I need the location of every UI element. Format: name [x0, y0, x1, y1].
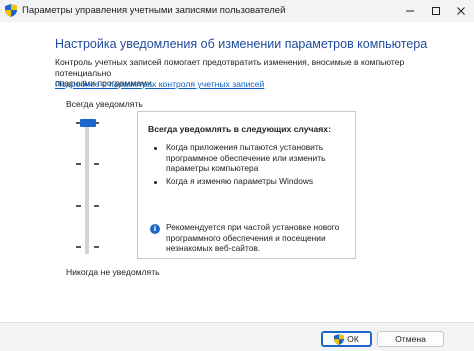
more-info-link[interactable]: Подробнее о параметрах контроля учетных …: [55, 79, 264, 89]
minimize-icon: [406, 10, 414, 12]
page-heading: Настройка уведомления об изменении парам…: [55, 37, 428, 51]
uac-shield-icon: [5, 4, 17, 17]
dialog-footer: ОК Отмена: [0, 322, 474, 351]
level-description-box: Всегда уведомлять в следующих случаях: К…: [137, 111, 356, 259]
list-item-line: параметры компьютера: [166, 163, 259, 174]
bullet: [154, 147, 157, 150]
list-item-line: Когда приложения пытаются установить: [166, 142, 324, 152]
window-title: Параметры управления учетными записями п…: [22, 5, 286, 16]
maximize-button[interactable]: [423, 0, 449, 22]
close-button[interactable]: [448, 0, 474, 22]
maximize-icon: [432, 7, 440, 15]
slider-track[interactable]: [85, 120, 89, 254]
note-line: незнакомых веб-сайтов.: [166, 243, 261, 254]
description-line: Контроль учетных записей помогает предот…: [55, 57, 405, 78]
slider-tick: [76, 163, 81, 165]
title-bar: Параметры управления учетными записями п…: [0, 0, 474, 22]
slider-tick: [94, 163, 99, 165]
slider-tick: [94, 205, 99, 207]
slider-thumb[interactable]: [80, 119, 96, 127]
list-item: Когда приложения пытаются установить про…: [166, 142, 325, 174]
cancel-button[interactable]: Отмена: [377, 331, 444, 347]
uac-settings-window: Параметры управления учетными записями п…: [0, 0, 474, 351]
notification-level-slider[interactable]: [70, 112, 106, 258]
box-title: Всегда уведомлять в следующих случаях:: [148, 124, 331, 134]
ok-button-label: ОК: [347, 334, 359, 344]
cancel-button-label: Отмена: [395, 334, 426, 344]
slider-bottom-label: Никогда не уведомлять: [66, 267, 160, 277]
uac-shield-icon: [334, 333, 345, 345]
note-line: Рекомендуется при частой установке новог…: [166, 222, 340, 232]
slider-tick: [76, 205, 81, 207]
close-icon: [457, 7, 465, 15]
list-item-line: программное обеспечение или изменить: [166, 152, 326, 163]
slider-tick: [76, 246, 81, 248]
recommendation-note: Рекомендуется при частой установке новог…: [166, 222, 351, 254]
slider-top-label: Всегда уведомлять: [66, 99, 143, 109]
info-icon: i: [150, 224, 160, 234]
list-item: Когда я изменяю параметры Windows: [166, 176, 313, 187]
slider-tick: [94, 246, 99, 248]
list-item-line: Когда я изменяю параметры Windows: [166, 176, 314, 186]
note-line: программного обеспечения и посещении: [166, 232, 326, 243]
minimize-button[interactable]: [397, 0, 423, 22]
bullet: [154, 181, 157, 184]
ok-button[interactable]: ОК: [321, 331, 372, 347]
